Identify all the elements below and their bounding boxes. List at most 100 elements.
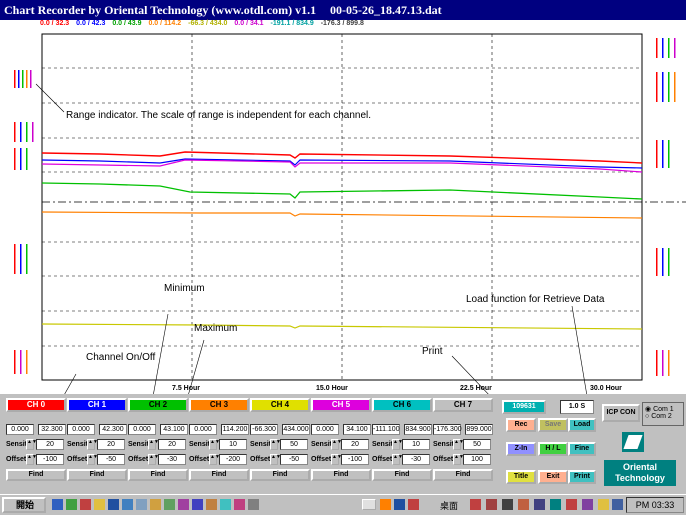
tray-icon[interactable] [470,499,481,510]
tray-icon[interactable] [582,499,593,510]
find-button[interactable]: Find [128,469,188,481]
offset-field[interactable]: -100 [341,454,369,465]
offset-field[interactable]: -50 [280,454,308,465]
quick-launch-icon[interactable] [220,499,231,510]
min-field[interactable]: 0.000 [6,424,34,435]
interval-field[interactable]: 1.0 S [560,400,594,414]
word-icon[interactable] [108,499,119,510]
sensit-field[interactable]: 20 [97,439,125,450]
quick-launch-icon[interactable] [206,499,217,510]
max-field[interactable]: 434.000 [282,424,310,435]
find-button[interactable]: Find [250,469,310,481]
network-icon[interactable] [612,499,623,510]
ie-icon[interactable] [52,499,63,510]
offset-spinner[interactable]: ▲▼ [87,454,98,465]
tray-icon[interactable] [502,499,513,510]
folder-icon[interactable] [94,499,105,510]
quick-launch-icon[interactable] [234,499,245,510]
sensit-field[interactable]: 10 [402,439,430,450]
sensit-spinner[interactable]: ▲▼ [331,439,342,450]
sensit-spinner[interactable]: ▲▼ [26,439,37,450]
min-field[interactable]: -111.100 [372,424,400,435]
rec-button[interactable]: Rec [506,418,536,432]
offset-field[interactable]: -30 [158,454,186,465]
quick-launch-icon[interactable] [192,499,203,510]
speaker-icon[interactable] [598,499,609,510]
offset-field[interactable]: -100 [36,454,64,465]
sensit-field[interactable]: 20 [341,439,369,450]
sensit-spinner[interactable]: ▲▼ [148,439,159,450]
find-button[interactable]: Find [67,469,127,481]
high-low-button[interactable]: H / L [538,442,568,456]
min-field[interactable]: 0.000 [189,424,217,435]
desktop-icon[interactable] [66,499,77,510]
min-field[interactable]: 0.000 [67,424,95,435]
channel-toggle-4[interactable]: CH 4 [250,398,310,412]
quick-launch-icon[interactable] [164,499,175,510]
word-icon[interactable] [394,499,405,510]
load-button[interactable]: Load [568,418,596,432]
offset-spinner[interactable]: ▲▼ [453,454,464,465]
icp-con-button[interactable]: ICP CON [602,404,640,422]
min-field[interactable]: 0.000 [128,424,156,435]
min-field[interactable]: -66.300 [250,424,278,435]
tray-icon[interactable] [566,499,577,510]
task-button[interactable] [362,499,376,510]
channel-toggle-1[interactable]: CH 1 [67,398,127,412]
title-button[interactable]: Title [506,470,536,484]
max-field[interactable]: 114.200 [221,424,249,435]
channel-toggle-5[interactable]: CH 5 [311,398,371,412]
save-button[interactable]: Save [538,418,568,432]
channel-toggle-0[interactable]: CH 0 [6,398,66,412]
sensit-field[interactable]: 50 [280,439,308,450]
offset-spinner[interactable]: ▲▼ [270,454,281,465]
offset-spinner[interactable]: ▲▼ [148,454,159,465]
channel-toggle-2[interactable]: CH 2 [128,398,188,412]
sensit-spinner[interactable]: ▲▼ [87,439,98,450]
find-button[interactable]: Find [189,469,249,481]
find-button[interactable]: Find [6,469,66,481]
min-field[interactable]: -176.300 [433,424,462,435]
sensit-field[interactable]: 50 [463,439,491,450]
min-field[interactable]: 0.000 [311,424,339,435]
print-button[interactable]: Print [568,470,596,484]
sensit-spinner[interactable]: ▲▼ [392,439,403,450]
quick-launch-icon[interactable] [136,499,147,510]
offset-spinner[interactable]: ▲▼ [26,454,37,465]
start-button[interactable]: 開始 [2,497,46,513]
offset-field[interactable]: -30 [402,454,430,465]
tray-icon[interactable] [534,499,545,510]
sensit-spinner[interactable]: ▲▼ [270,439,281,450]
app-icon[interactable] [380,499,391,510]
mail-icon[interactable] [122,499,133,510]
channel-toggle-3[interactable]: CH 3 [189,398,249,412]
quick-launch-icon[interactable] [150,499,161,510]
offset-field[interactable]: 100 [463,454,491,465]
com2-radio[interactable]: ○ Com 2 [645,413,681,420]
offset-spinner[interactable]: ▲▼ [209,454,220,465]
sensit-spinner[interactable]: ▲▼ [453,439,464,450]
channel-toggle-7[interactable]: CH 7 [433,398,493,412]
sensit-field[interactable]: 20 [36,439,64,450]
com1-radio[interactable]: ◉ Com 1 [645,405,681,413]
app-icon[interactable] [80,499,91,510]
exit-button[interactable]: Exit [538,470,568,484]
zoom-in-button[interactable]: Z-In [506,442,536,456]
offset-field[interactable]: -200 [219,454,247,465]
channel-toggle-6[interactable]: CH 6 [372,398,432,412]
offset-spinner[interactable]: ▲▼ [331,454,342,465]
offset-spinner[interactable]: ▲▼ [392,454,403,465]
tray-icon[interactable] [550,499,561,510]
max-field[interactable]: 42.300 [99,424,127,435]
max-field[interactable]: 32.300 [38,424,66,435]
max-field[interactable]: 899.000 [465,424,493,435]
max-field[interactable]: 43.100 [160,424,188,435]
app-icon[interactable] [408,499,419,510]
max-field[interactable]: 834.900 [404,424,432,435]
quick-launch-icon[interactable] [178,499,189,510]
find-button[interactable]: Find [433,469,493,481]
find-button[interactable]: Find [372,469,432,481]
max-field[interactable]: 34.100 [343,424,371,435]
fine-button[interactable]: Fine [568,442,596,456]
sensit-field[interactable]: 20 [158,439,186,450]
